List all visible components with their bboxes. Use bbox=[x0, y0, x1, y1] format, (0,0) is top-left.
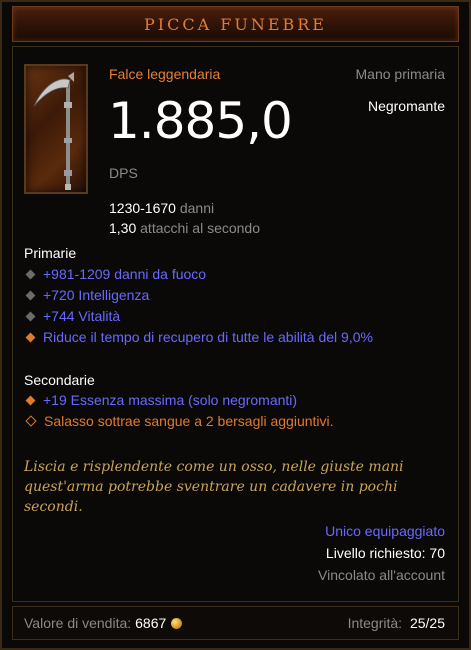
sell-label: Valore di vendita: bbox=[24, 615, 132, 631]
primary-affix: +720 Intelligenza bbox=[24, 287, 149, 303]
class-restriction: Negromante bbox=[367, 98, 445, 114]
item-type: Falce leggendaria bbox=[109, 66, 221, 82]
secondary-affix: Salasso sottrae sangue a 2 bersagli aggi… bbox=[24, 413, 334, 429]
damage-stat: 1230-1670 danni bbox=[109, 200, 214, 216]
sell-amount: 6867 bbox=[135, 615, 167, 631]
attack-speed-value: 1,30 bbox=[109, 220, 137, 236]
primary-affix: +981-1209 danni da fuoco bbox=[24, 266, 206, 282]
secondary-affix: +19 Essenza massima (solo negromanti) bbox=[24, 392, 297, 408]
dps-value: 1.885,0 bbox=[108, 92, 293, 150]
affix-bullet-icon bbox=[25, 395, 36, 405]
gold-coin-icon bbox=[171, 617, 183, 629]
attack-speed-label: attacchi al secondo bbox=[140, 220, 260, 236]
affix-bullet-icon bbox=[25, 290, 36, 300]
durability: Integrità: 25/25 bbox=[348, 615, 445, 631]
primary-stats-header: Primarie bbox=[24, 245, 77, 261]
secondary-stats-header: Secondarie bbox=[24, 372, 95, 388]
unique-equipped: Unico equipaggiato bbox=[325, 523, 445, 539]
scythe-icon bbox=[24, 64, 88, 194]
item-title-bar: PICCA FUNEBRE bbox=[12, 6, 459, 42]
account-bound: Vincolato all'account bbox=[318, 567, 445, 583]
primary-affix: +744 Vitalità bbox=[24, 308, 120, 324]
level-label: Livello richiesto: bbox=[325, 545, 426, 561]
sell-value: Valore di vendita: 6867 bbox=[24, 615, 183, 631]
attack-speed-stat: 1,30 attacchi al secondo bbox=[109, 220, 260, 236]
level-requirement: Livello richiesto: 70 bbox=[326, 545, 445, 561]
primary-affix: Riduce il tempo di recupero di tutte le … bbox=[24, 329, 373, 345]
affix-bullet-icon bbox=[25, 311, 36, 321]
item-name: PICCA FUNEBRE bbox=[144, 14, 327, 34]
damage-value: 1230-1670 bbox=[109, 200, 176, 216]
dps-label: DPS bbox=[109, 165, 138, 181]
item-slot: Mano primaria bbox=[355, 66, 445, 82]
damage-label: danni bbox=[179, 200, 215, 216]
item-tooltip: PICCA FUNEBRE Falce leggendaria Mano pri… bbox=[0, 0, 471, 650]
level-value: 70 bbox=[429, 545, 445, 561]
affix-bullet-icon bbox=[25, 269, 36, 279]
affix-bullet-icon bbox=[25, 415, 37, 427]
durability-value: 25/25 bbox=[409, 615, 445, 631]
flavor-text: Liscia e risplendente come un osso, nell… bbox=[24, 459, 404, 515]
affix-bullet-icon bbox=[25, 332, 36, 342]
durability-label: Integrità: bbox=[347, 615, 403, 631]
